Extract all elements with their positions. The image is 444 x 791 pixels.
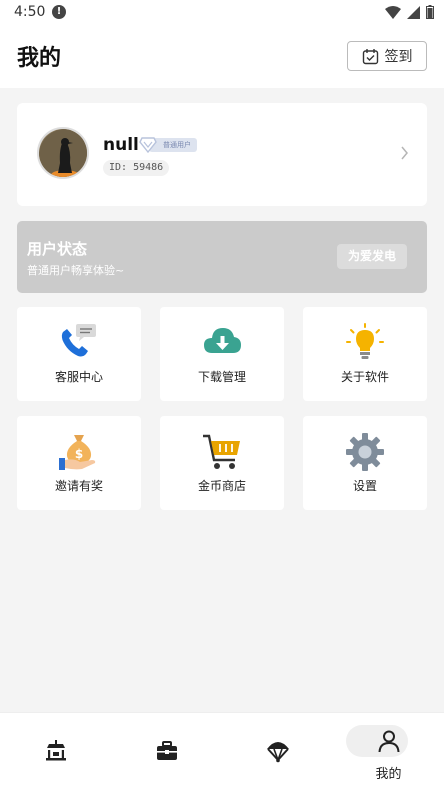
chevron-right-icon	[401, 146, 408, 160]
tile-about-software[interactable]: 关于软件	[303, 307, 427, 401]
support-button[interactable]: 为爱发电	[337, 244, 407, 269]
status-bar: 4:50 !	[0, 0, 444, 26]
user-status-card: 用户状态 普通用户畅享体验~ 为爱发电	[17, 221, 427, 293]
parachute-icon	[266, 742, 289, 763]
customer-service-icon	[61, 324, 96, 357]
system-icons	[385, 5, 434, 19]
status-time: 4:50	[14, 4, 46, 20]
tile-customer-service[interactable]: 客服中心	[17, 307, 141, 401]
avatar[interactable]	[37, 127, 89, 179]
toolbox-icon	[156, 741, 177, 760]
diamond-icon	[139, 137, 157, 153]
tile-invite-rewards[interactable]: $ 邀请有奖	[17, 416, 141, 510]
home-stall-icon	[45, 740, 66, 761]
user-level-badge: 普通用户	[139, 137, 197, 153]
calendar-check-icon	[362, 48, 378, 64]
tile-download-management[interactable]: 下载管理	[160, 307, 284, 401]
user-icon	[378, 730, 399, 753]
checkin-button[interactable]: 签到	[347, 41, 427, 71]
tile-settings[interactable]: 设置	[303, 416, 427, 510]
nav-home[interactable]	[0, 713, 111, 791]
signal-icon	[407, 5, 420, 19]
profile-card[interactable]: null 普通用户 ID: 59486	[17, 103, 427, 206]
money-bag-icon: $	[59, 435, 96, 470]
tile-label: 设置	[352, 479, 377, 493]
wifi-icon	[385, 5, 401, 19]
tile-coin-shop[interactable]: 金币商店	[160, 416, 284, 510]
bottom-navigation: 我的	[0, 712, 444, 791]
header: 我的 签到	[0, 26, 444, 88]
nav-discover[interactable]	[222, 713, 333, 791]
nav-toolbox[interactable]	[111, 713, 222, 791]
tile-label: 邀请有奖	[54, 479, 103, 493]
gear-icon	[346, 433, 384, 471]
cloud-download-icon	[204, 328, 241, 353]
user-id: ID: 59486	[103, 160, 170, 176]
nav-mine[interactable]: 我的	[333, 713, 444, 791]
page-title: 我的	[17, 46, 62, 71]
username: null	[103, 135, 139, 155]
checkin-label: 签到	[384, 49, 413, 65]
tile-label: 客服中心	[54, 370, 103, 384]
user-status-title: 用户状态	[27, 240, 88, 258]
notification-icon: !	[52, 5, 66, 19]
nav-mine-label: 我的	[375, 767, 402, 782]
tile-label: 下载管理	[197, 370, 246, 384]
user-status-subtitle: 普通用户畅享体验~	[27, 264, 125, 277]
shopping-cart-icon	[203, 434, 240, 469]
svg-text:$: $	[75, 447, 83, 461]
tile-label: 金币商店	[197, 479, 246, 493]
lightbulb-icon	[346, 323, 384, 359]
battery-icon	[426, 5, 434, 19]
tile-label: 关于软件	[340, 370, 389, 384]
